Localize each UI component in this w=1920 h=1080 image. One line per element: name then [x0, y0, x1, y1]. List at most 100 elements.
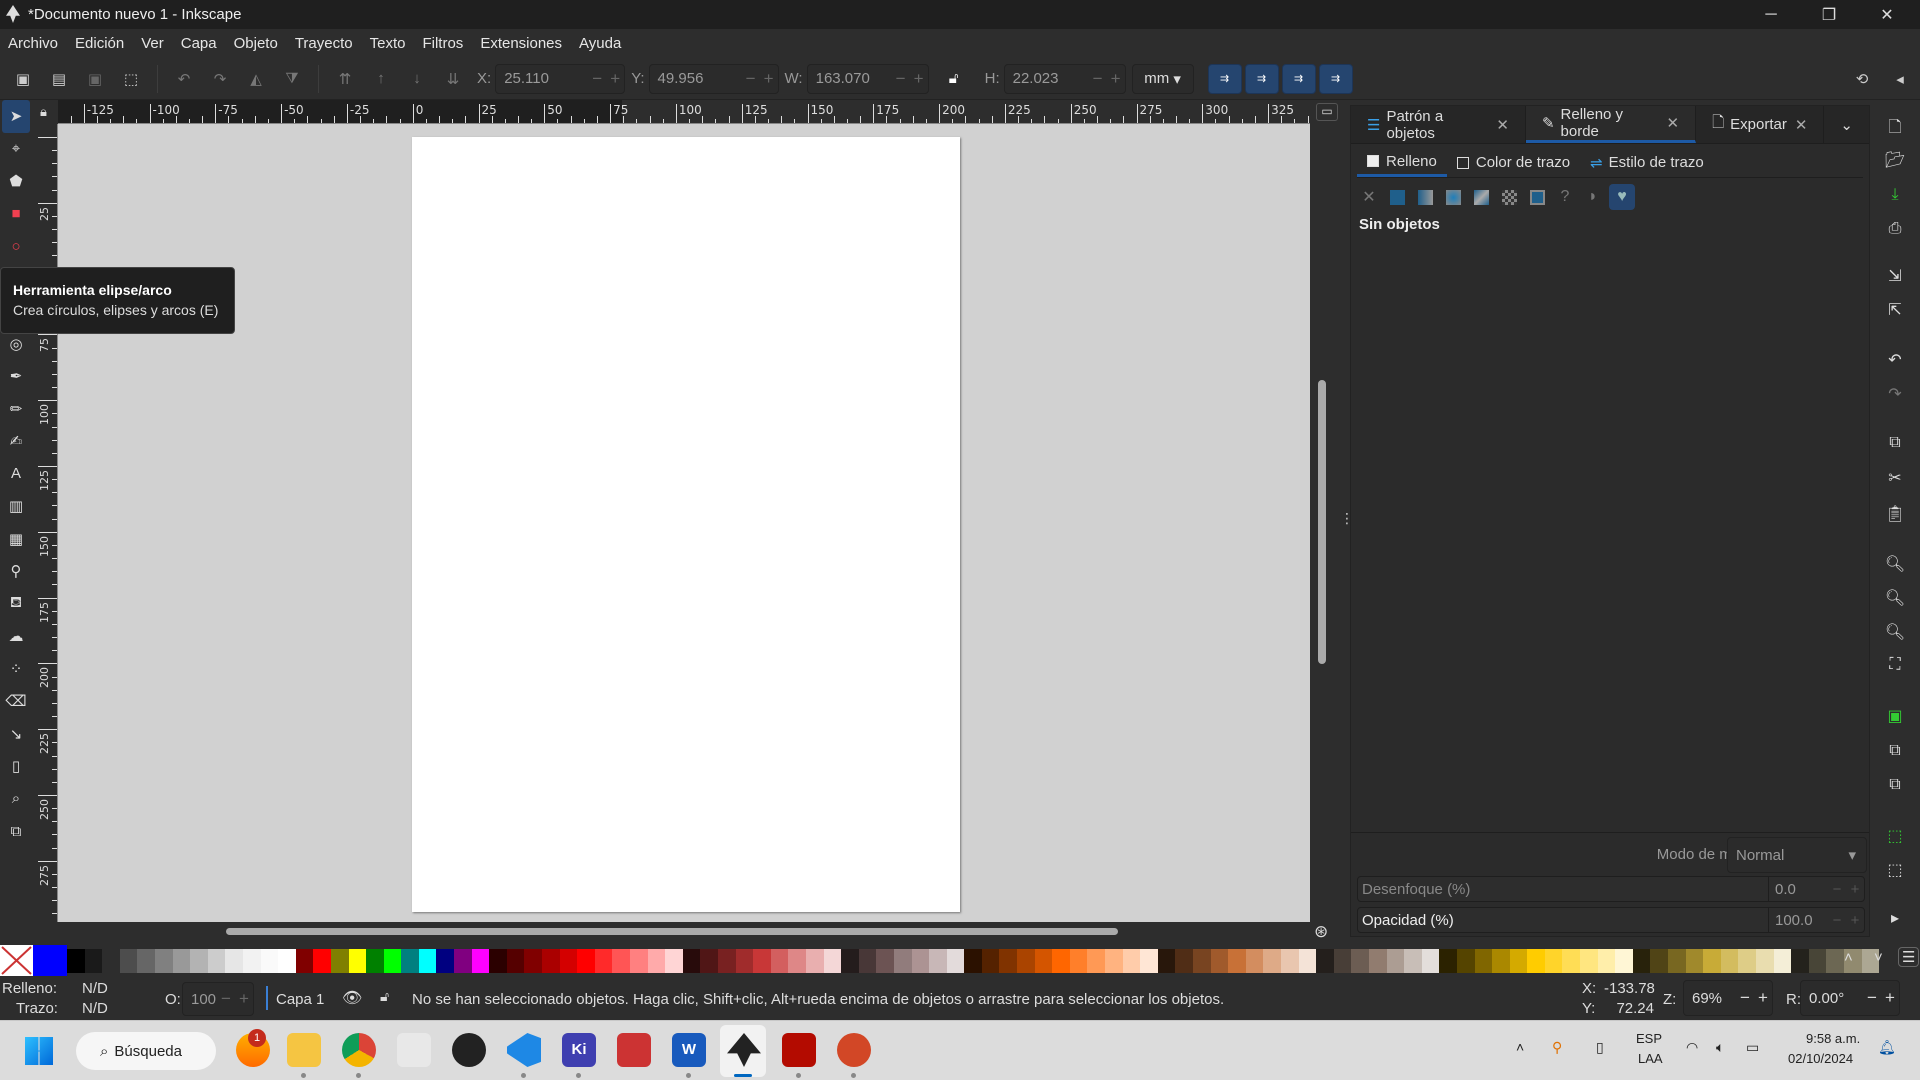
palette-swatch[interactable] [1298, 949, 1317, 973]
palette-swatch[interactable] [682, 949, 701, 973]
palette-swatch[interactable] [1509, 949, 1528, 973]
palette-swatch[interactable] [137, 949, 155, 973]
ungroup-icon[interactable]: ⬚ [1870, 860, 1920, 880]
fill-rule-nonzero-icon[interactable]: ♥ [1609, 184, 1635, 210]
palette-swatch[interactable] [911, 949, 930, 973]
more-commands-icon[interactable]: ▸ [1870, 908, 1920, 928]
lower-to-bottom-icon[interactable]: ⇊ [438, 64, 468, 94]
palette-swatch[interactable] [454, 949, 472, 973]
tool-spray-icon[interactable]: ⁘ [0, 653, 32, 686]
x-field[interactable]: 25.110− + [495, 63, 626, 94]
taskbar-app-powerpoint[interactable] [837, 1033, 871, 1067]
palette-swatch[interactable] [1738, 949, 1756, 973]
select-all-icon[interactable]: ▣ [8, 64, 38, 94]
palette-swatch[interactable] [1773, 949, 1792, 973]
palette-swatch[interactable] [84, 949, 103, 973]
show-hidden-icons-icon[interactable]: ˄ [1516, 1039, 1524, 1055]
palette-swatch[interactable] [506, 949, 525, 973]
palette-swatch[interactable] [330, 949, 349, 973]
palette-swatch[interactable] [999, 949, 1018, 973]
close-button[interactable]: ✕ [1858, 0, 1916, 29]
opacity-spin[interactable]: 100− + [182, 982, 254, 1016]
palette-swatch[interactable] [753, 949, 771, 973]
palette-swatch[interactable] [964, 949, 982, 973]
palette-swatch[interactable] [1580, 949, 1598, 973]
flat-color-icon[interactable] [1385, 185, 1409, 209]
palette-swatch[interactable] [1210, 949, 1229, 973]
tool-text-icon[interactable]: A [0, 458, 32, 491]
palette-swatch[interactable] [1175, 949, 1193, 973]
menu-filtros[interactable]: Filtros [422, 35, 463, 52]
tab-fill-stroke[interactable]: ✎ Relleno y borde ✕ [1525, 106, 1697, 143]
palette-swatch[interactable] [559, 949, 578, 973]
rotate-ccw-icon[interactable]: ↶ [169, 64, 199, 94]
palette-swatch[interactable] [946, 949, 965, 973]
export-icon[interactable]: ⇱ [1870, 300, 1920, 320]
palette-swatch[interactable] [524, 949, 543, 973]
paste-icon[interactable]: 📋︎ [1870, 504, 1920, 524]
print-icon[interactable]: ⎙ [1870, 220, 1920, 238]
vertical-scrollbar[interactable] [1318, 380, 1326, 664]
palette-swatch[interactable] [471, 949, 490, 973]
new-document-icon[interactable]: 🗋︎ [1870, 116, 1920, 143]
mesh-gradient-icon[interactable] [1469, 185, 1493, 209]
clock-time[interactable]: 9:58 a.m. [1806, 1031, 1860, 1046]
palette-swatch[interactable] [1263, 949, 1281, 973]
language-code[interactable]: ESP [1636, 1031, 1662, 1046]
palette-swatch[interactable] [1193, 949, 1211, 973]
linear-gradient-icon[interactable] [1413, 185, 1437, 209]
palette-swatch[interactable] [1562, 949, 1581, 973]
radial-gradient-icon[interactable] [1441, 185, 1465, 209]
tool-eraser-icon[interactable]: ⌫ [0, 685, 32, 718]
palette-swatch[interactable] [1368, 949, 1387, 973]
canvas[interactable] [58, 124, 1310, 922]
notification-bell-icon[interactable]: 🔔︎ [1878, 1039, 1896, 1056]
palette-swatch[interactable] [225, 949, 243, 973]
palette-swatch[interactable] [612, 949, 630, 973]
palette-swatch[interactable] [876, 949, 894, 973]
palette-swatch[interactable] [1474, 949, 1493, 973]
palette-swatch[interactable] [366, 949, 384, 973]
palette-swatch[interactable] [1791, 949, 1809, 973]
menu-extensiones[interactable]: Extensiones [480, 35, 562, 52]
palette-swatch[interactable] [154, 949, 173, 973]
zoom-width-icon[interactable]: ⛶ [1870, 656, 1920, 674]
tool-mesh-icon[interactable]: ▦ [0, 523, 32, 556]
group-icon[interactable]: ⬚ [1870, 826, 1920, 846]
palette-menu-icon[interactable]: ☰ [1898, 947, 1920, 967]
menu-archivo[interactable]: Archivo [8, 35, 58, 52]
volume-icon[interactable]: 🔈︎ [1716, 1039, 1724, 1056]
palette-swatch[interactable] [893, 949, 912, 973]
menu-ayuda[interactable]: Ayuda [579, 35, 621, 52]
rotation-field[interactable]: 0.00° − + [1800, 980, 1900, 1016]
tool-pencil-icon[interactable]: ✏ [0, 393, 32, 426]
duplicate-icon[interactable]: ▣ [1870, 706, 1920, 726]
color-manage-icon[interactable]: ⊛ [1314, 922, 1328, 942]
tool-zoom-icon[interactable]: ⌕ [0, 783, 32, 816]
palette-swatch[interactable] [665, 949, 683, 973]
tool-ellipse-icon[interactable]: ○ [0, 230, 32, 263]
touch-select-icon[interactable]: ⬚ [116, 64, 146, 94]
maximize-button[interactable]: ❐ [1800, 0, 1858, 29]
scale-stroke-icon[interactable]: ⇉ [1207, 63, 1242, 94]
palette-swatch[interactable] [981, 949, 1000, 973]
palette-swatch[interactable] [594, 949, 613, 973]
unit-select[interactable]: mm ▾ [1131, 63, 1194, 94]
menu-edicion[interactable]: Edición [75, 35, 124, 52]
palette-swatch[interactable] [1650, 949, 1669, 973]
taskbar-app-blender[interactable] [452, 1033, 486, 1067]
palette-swatch[interactable] [788, 949, 806, 973]
search-box[interactable]: ⌕ Búsqueda [76, 1032, 216, 1070]
palette-swatch[interactable] [67, 949, 85, 973]
zoom-drawing-icon[interactable]: 🔍︎ [1870, 588, 1920, 608]
palette-swatch[interactable] [295, 949, 314, 973]
palette-swatch[interactable] [1685, 949, 1704, 973]
palette-swatch[interactable] [805, 949, 824, 973]
pattern-icon[interactable] [1497, 185, 1521, 209]
y-field[interactable]: 49.956− + [648, 63, 779, 94]
clone-icon[interactable]: ⧉ [1870, 742, 1920, 760]
menu-objeto[interactable]: Objeto [234, 35, 278, 52]
opacity-field[interactable]: Opacidad (%) 100.0− + [1357, 907, 1865, 933]
tab-pattern-to-objects[interactable]: ☰ Patrón a objetos ✕ [1351, 106, 1526, 143]
palette-swatch[interactable] [1597, 949, 1616, 973]
